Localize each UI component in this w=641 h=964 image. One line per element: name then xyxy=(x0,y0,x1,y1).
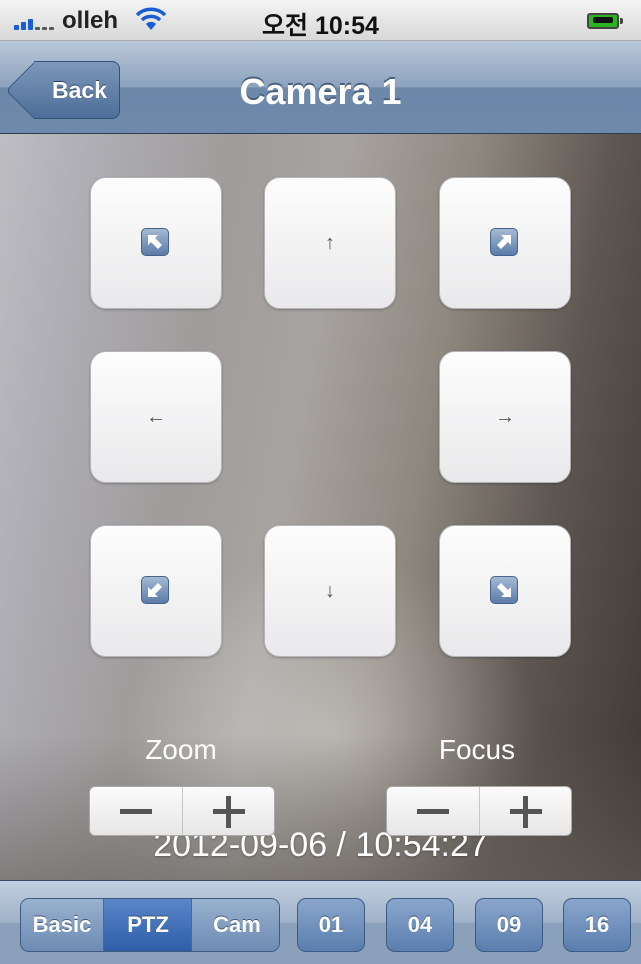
pan-down-right-button[interactable] xyxy=(439,525,571,657)
arrow-down-icon: ↓ xyxy=(325,580,335,602)
status-time: 오전 10:54 xyxy=(262,12,379,40)
channel-09-button[interactable]: 09 xyxy=(475,898,543,952)
charging-plug-icon xyxy=(593,17,613,23)
arrow-up-left-icon xyxy=(141,228,169,256)
arrow-up-icon: ↑ xyxy=(325,232,335,254)
pan-up-left-button[interactable] xyxy=(90,177,222,309)
channel-04-button[interactable]: 04 xyxy=(386,898,454,952)
arrow-up-right-icon xyxy=(490,228,518,256)
arrow-right-icon: → xyxy=(495,406,515,428)
mode-ptz-tab[interactable]: PTZ xyxy=(103,899,192,951)
mode-segmented-control: Basic PTZ Cam xyxy=(20,898,280,952)
pan-right-button[interactable]: → xyxy=(439,351,571,483)
pan-up-right-button[interactable] xyxy=(439,177,571,309)
focus-near-button[interactable] xyxy=(387,787,480,835)
tilt-down-button[interactable]: ↓ xyxy=(264,525,396,657)
minus-icon xyxy=(417,809,449,814)
zoom-in-button[interactable] xyxy=(183,787,275,835)
focus-label: Focus xyxy=(438,734,516,765)
navigation-bar: Back Camera 1 xyxy=(0,41,641,134)
focus-control xyxy=(386,786,572,836)
focus-far-button[interactable] xyxy=(480,787,572,835)
channel-16-button[interactable]: 16 xyxy=(563,898,631,952)
minus-icon xyxy=(120,809,152,814)
camera-feed: ↑ ← → ↓ Zoom Focus xyxy=(0,134,641,880)
mode-cam-tab[interactable]: Cam xyxy=(191,899,279,951)
zoom-label: Zoom xyxy=(145,734,217,765)
arrow-down-right-icon xyxy=(490,576,518,604)
back-button[interactable]: Back xyxy=(34,61,120,119)
zoom-control xyxy=(89,786,275,836)
zoom-out-button[interactable] xyxy=(90,787,183,835)
status-bar: olleh 오전 10:54 xyxy=(0,0,641,41)
tilt-up-button[interactable]: ↑ xyxy=(264,177,396,309)
bottom-toolbar: Basic PTZ Cam 01 04 09 16 xyxy=(0,880,641,964)
pan-down-left-button[interactable] xyxy=(90,525,222,657)
channel-01-button[interactable]: 01 xyxy=(297,898,365,952)
arrow-left-icon: ← xyxy=(146,406,166,428)
arrow-down-left-icon xyxy=(141,576,169,604)
mode-basic-tab[interactable]: Basic xyxy=(21,899,103,951)
pan-left-button[interactable]: ← xyxy=(90,351,222,483)
